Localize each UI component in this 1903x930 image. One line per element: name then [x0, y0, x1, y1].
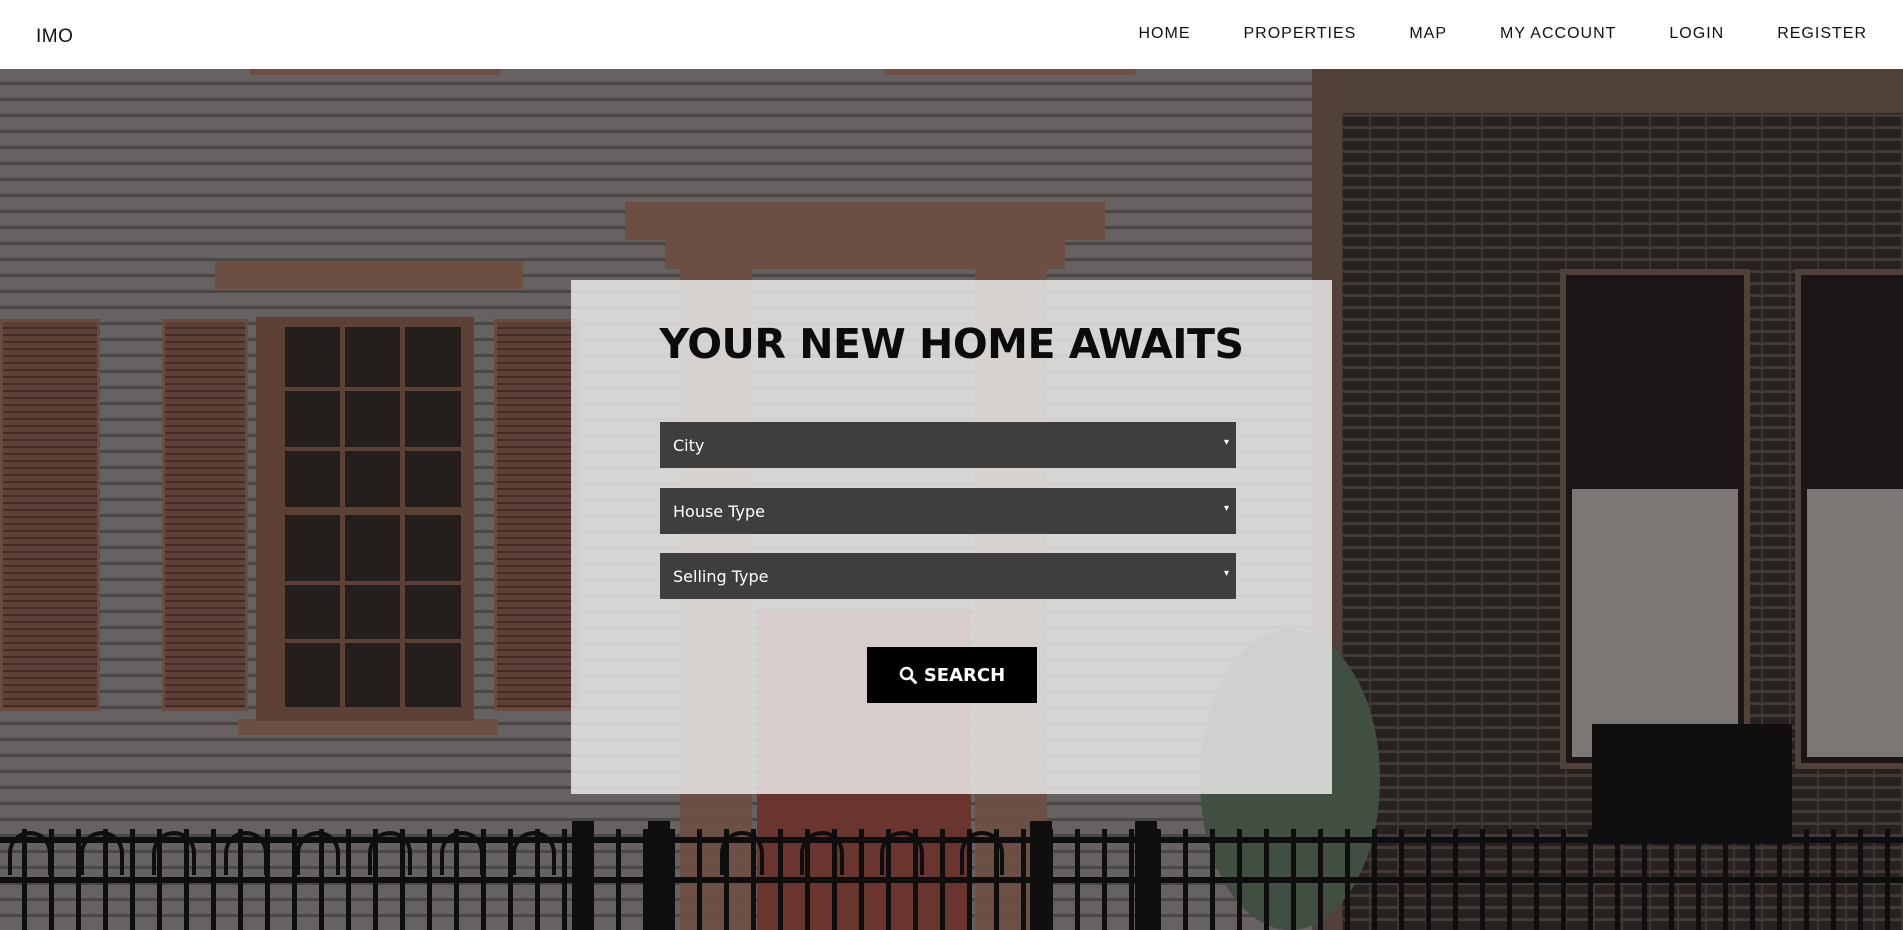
search-button[interactable]: SEARCH — [867, 647, 1037, 703]
brand-logo[interactable]: IMO — [36, 26, 73, 48]
city-select[interactable]: City ▾ — [660, 422, 1236, 468]
main-nav: HOME PROPERTIES MAP MY ACCOUNT LOGIN REG… — [1086, 25, 1868, 43]
chevron-down-icon: ▾ — [1223, 568, 1229, 579]
nav-home-link[interactable]: HOME — [1139, 25, 1191, 43]
search-icon — [899, 666, 917, 684]
nav-register-link[interactable]: REGISTER — [1777, 25, 1867, 43]
chevron-down-icon: ▾ — [1223, 503, 1229, 514]
nav-login-link[interactable]: LOGIN — [1669, 25, 1724, 43]
search-button-label: SEARCH — [923, 664, 1006, 686]
selling-type-select[interactable]: Selling Type ▾ — [660, 553, 1236, 599]
nav-properties-link[interactable]: PROPERTIES — [1244, 25, 1357, 43]
city-select-value: City — [673, 435, 705, 455]
top-navbar: IMO HOME PROPERTIES MAP MY ACCOUNT LOGIN… — [0, 0, 1903, 69]
nav-map-link[interactable]: MAP — [1409, 25, 1447, 43]
nav-my-account-link[interactable]: MY ACCOUNT — [1500, 25, 1616, 43]
search-panel: YOUR NEW HOME AWAITS City ▾ House Type ▾… — [571, 280, 1332, 794]
house-type-select[interactable]: House Type ▾ — [660, 488, 1236, 534]
selling-type-select-value: Selling Type — [673, 566, 769, 586]
search-title: YOUR NEW HOME AWAITS — [659, 320, 1244, 368]
chevron-down-icon: ▾ — [1223, 437, 1229, 448]
house-type-select-value: House Type — [673, 501, 765, 521]
